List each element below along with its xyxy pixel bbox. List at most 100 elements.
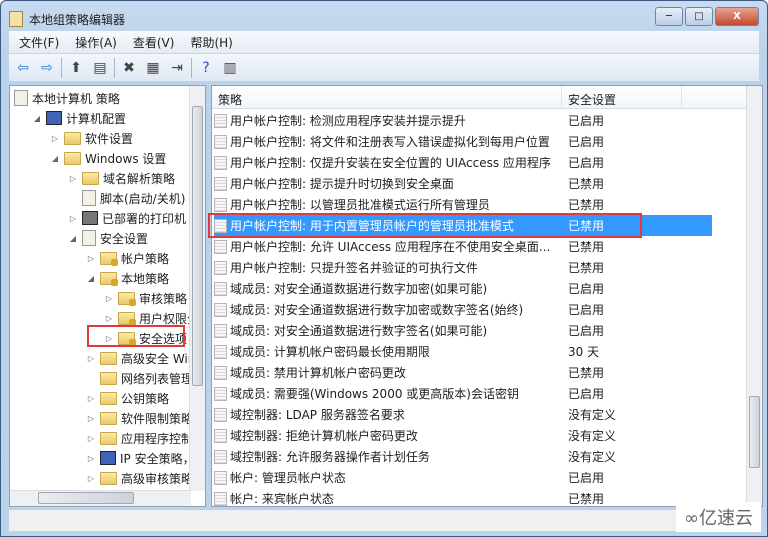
expander-icon[interactable]: ◢ [68, 234, 78, 243]
tree-item[interactable]: ▷ 软件设置 [50, 128, 133, 148]
table-row[interactable]: 域控制器: 允许服务器操作者计划任务 没有定义 [214, 446, 712, 467]
tree-item[interactable]: ◢ 计算机配置 [32, 108, 126, 128]
expander-icon[interactable]: ◢ [32, 114, 42, 123]
policy-name: 域控制器: 拒绝计算机帐户密码更改 [230, 429, 418, 443]
table-row[interactable]: 域成员: 对安全通道数据进行数字加密(如果可能) 已启用 [214, 278, 712, 299]
list-vertical-scrollbar[interactable] [746, 86, 762, 506]
policy-cell: 帐户: 管理员帐户状态 [214, 469, 564, 486]
minimize-button[interactable]: ─ [655, 7, 683, 26]
policy-name: 域成员: 需要强(Windows 2000 或更高版本)会话密钥 [230, 387, 519, 401]
table-row[interactable]: 域成员: 计算机帐户密码最长使用期限 30 天 [214, 341, 712, 362]
column-header-policy[interactable]: 策略 [212, 86, 562, 109]
scroll-thumb[interactable] [192, 106, 203, 386]
expander-icon[interactable]: ▷ [86, 454, 96, 463]
policy-name: 域控制器: LDAP 服务器签名要求 [230, 408, 405, 422]
expander-icon[interactable]: ▷ [86, 434, 96, 443]
tree-item[interactable]: ▷ 已部署的打印机 [68, 208, 186, 228]
setting-value: 已启用 [568, 282, 605, 296]
expander-icon[interactable]: ◢ [50, 154, 60, 163]
menu-view[interactable]: 查看(V) [133, 34, 175, 51]
policy-cell: 用户帐户控制: 仅提升安装在安全位置的 UIAccess 应用程序 [214, 154, 564, 171]
tree-item[interactable]: ▷ 帐户策略 [86, 248, 169, 268]
table-row[interactable]: 用户帐户控制: 只提升签名并验证的可执行文件 已禁用 [214, 257, 712, 278]
expander-icon[interactable]: ▷ [104, 314, 114, 323]
expander-icon[interactable]: ▷ [104, 294, 114, 303]
policy-cell: 用户帐户控制: 将文件和注册表写入错误虚拟化到每用户位置 [214, 133, 564, 150]
scroll-thumb[interactable] [749, 396, 760, 468]
tree-item[interactable]: ▷IP 安全策略，在 本地计算机 [86, 448, 205, 468]
table-row[interactable]: 域控制器: LDAP 服务器签名要求 没有定义 [214, 404, 712, 425]
setting-value: 已禁用 [568, 198, 605, 212]
table-row[interactable]: 域成员: 对安全通道数据进行数字加密或数字签名(始终) 已启用 [214, 299, 712, 320]
expander-icon[interactable]: ▷ [68, 174, 78, 183]
up-folder-button[interactable]: ⬆ [66, 58, 86, 78]
tree-item[interactable]: ▷应用程序控制策略 [86, 428, 205, 448]
table-row[interactable]: 帐户: 管理员帐户状态 已启用 [214, 467, 712, 488]
tree-item[interactable]: ◢ Windows 设置 [50, 148, 166, 168]
expander-icon[interactable]: ▷ [68, 214, 78, 223]
expander-icon[interactable]: ▷ [86, 354, 96, 363]
help-button[interactable]: ? [196, 58, 216, 78]
table-row[interactable]: 用户帐户控制: 仅提升安装在安全位置的 UIAccess 应用程序 已启用 [214, 152, 712, 173]
tree-item[interactable]: ▷ 审核策略 [104, 288, 187, 308]
table-row[interactable]: 域控制器: 拒绝计算机帐户密码更改 没有定义 [214, 425, 712, 446]
list-header: 策略 安全设置 [212, 86, 747, 109]
tree-horizontal-scrollbar[interactable] [10, 490, 191, 506]
highlight-box-tree [87, 325, 185, 347]
expander-icon[interactable]: ▷ [50, 134, 60, 143]
column-header-setting[interactable]: 安全设置 [562, 86, 682, 109]
policy-list-pane: 策略 安全设置 用户帐户控制: 检测应用程序安装并提示提升 已启用 用户帐户控制: … [211, 85, 763, 507]
policy-cell: 域成员: 对安全通道数据进行数字加密(如果可能) [214, 280, 564, 297]
expander-icon[interactable]: ◢ [86, 274, 96, 283]
policy-cell: 域控制器: 允许服务器操作者计划任务 [214, 448, 564, 465]
table-row[interactable]: 帐户: 来宾帐户状态 已禁用 [214, 488, 712, 506]
forward-arrow-button[interactable]: ⇨ [37, 58, 57, 78]
table-row[interactable]: 用户帐户控制: 检测应用程序安装并提示提升 已启用 [214, 110, 712, 131]
expander-icon[interactable]: ▷ [86, 254, 96, 263]
back-arrow-button[interactable]: ⇦ [13, 58, 33, 78]
tree-item[interactable]: 脚本(启动/关机) [68, 188, 185, 208]
table-row[interactable]: 用户帐户控制: 提示提升时切换到安全桌面 已禁用 [214, 173, 712, 194]
properties-button[interactable]: ▦ [143, 58, 163, 78]
setting-value: 没有定义 [568, 450, 617, 464]
table-row[interactable]: 域成员: 对安全通道数据进行数字签名(如果可能) 已启用 [214, 320, 712, 341]
tree-item[interactable]: ▷高级安全 Windows 防火墙 [86, 348, 205, 368]
policy-name: 用户帐户控制: 只提升签名并验证的可执行文件 [230, 261, 478, 275]
tree-item[interactable]: ▷高级审核策略配置 [86, 468, 205, 488]
policy-name: 域成员: 对安全通道数据进行数字加密或数字签名(始终) [230, 303, 524, 317]
maximize-button[interactable]: □ [685, 7, 713, 26]
policy-icon [214, 155, 227, 170]
tree-item-label: 已部署的打印机 [102, 211, 187, 226]
document-icon [14, 90, 28, 106]
tree-vertical-scrollbar[interactable] [189, 86, 205, 491]
table-row[interactable]: 域成员: 需要强(Windows 2000 或更高版本)会话密钥 已启用 [214, 383, 712, 404]
table-row[interactable]: 用户帐户控制: 将文件和注册表写入错误虚拟化到每用户位置 已启用 [214, 131, 712, 152]
tree-item[interactable]: 本地计算机 策略 [14, 88, 120, 108]
menu-help[interactable]: 帮助(H) [190, 34, 232, 51]
menu-file[interactable]: 文件(F) [19, 34, 59, 51]
policy-icon [214, 239, 227, 254]
delete-button[interactable]: ✖ [119, 58, 139, 78]
tree-item[interactable]: 网络列表管理器策略 [86, 368, 205, 388]
expander-icon[interactable]: ▷ [86, 474, 96, 483]
expander-icon[interactable]: ▷ [86, 414, 96, 423]
close-button[interactable]: X [715, 7, 759, 26]
policy-cell: 用户帐户控制: 只提升签名并验证的可执行文件 [214, 259, 564, 276]
tree-item[interactable]: ◢ 安全设置 [68, 228, 148, 248]
show-hide-tree-button[interactable]: ▤ [90, 58, 110, 78]
table-row[interactable]: 用户帐户控制: 以管理员批准模式运行所有管理员 已禁用 [214, 194, 712, 215]
show-action-pane-button[interactable]: ▥ [220, 58, 240, 78]
tree-item-label: 计算机配置 [66, 111, 127, 126]
tree-item[interactable]: ▷ 公钥策略 [86, 388, 169, 408]
scroll-thumb[interactable] [38, 492, 134, 504]
tree-item[interactable]: ◢ 本地策略 [86, 268, 169, 288]
tree-item[interactable]: ▷ 软件限制策略 [86, 408, 193, 428]
table-row[interactable]: 用户帐户控制: 允许 UIAccess 应用程序在不使用安全桌面... 已禁用 [214, 236, 712, 257]
policy-cell: 帐户: 来宾帐户状态 [214, 490, 564, 506]
policy-name: 域成员: 对安全通道数据进行数字加密(如果可能) [230, 282, 488, 296]
table-row[interactable]: 域成员: 禁用计算机帐户密码更改 已禁用 [214, 362, 712, 383]
tree-item[interactable]: ▷ 域名解析策略 [68, 168, 175, 188]
expander-icon[interactable]: ▷ [86, 394, 96, 403]
export-list-button[interactable]: ⇥ [167, 58, 187, 78]
menu-action[interactable]: 操作(A) [75, 34, 117, 51]
